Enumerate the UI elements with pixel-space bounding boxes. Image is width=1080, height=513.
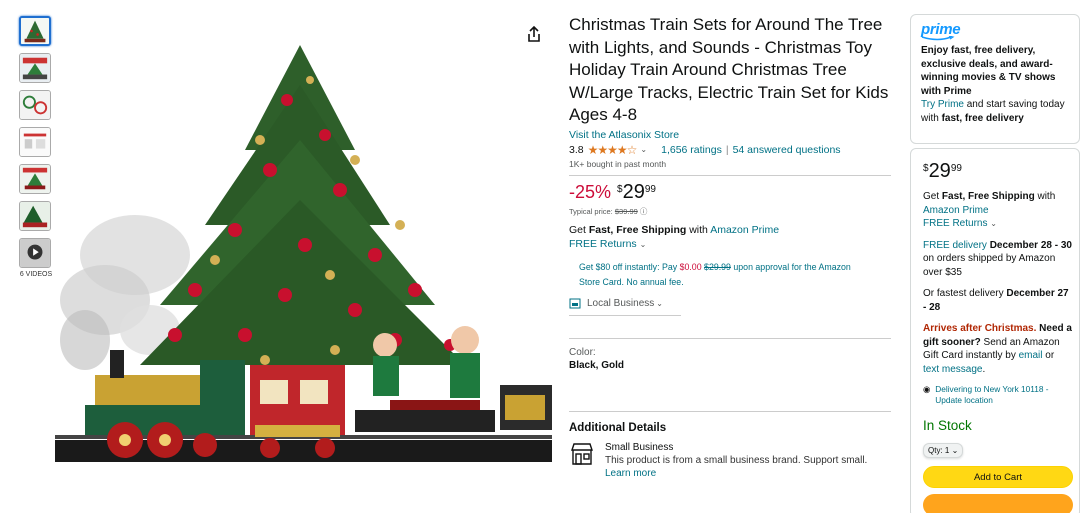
promo-zero: $0.00 — [679, 261, 702, 272]
gift-period: . — [982, 363, 986, 375]
learn-more-link[interactable]: Learn more — [605, 468, 656, 479]
promo-struck-price: $29.99 — [704, 261, 731, 272]
color-value: Black, Gold — [569, 359, 625, 371]
price-whole: 29 — [622, 180, 645, 203]
chevron-down-icon[interactable]: ⌄ — [952, 446, 959, 455]
quantity-value[interactable]: Qty: 1 — [928, 446, 949, 455]
try-prime-bold: fast, free delivery — [941, 112, 1024, 124]
thumbnail-4[interactable] — [19, 127, 51, 157]
bb-free-returns-link[interactable]: FREE Returns ⌄ — [923, 218, 997, 229]
quantity-select[interactable]: Qty: 1 ⌄ — [923, 443, 964, 458]
delivery-location[interactable]: ◉ Delivering to New York 10118 - Update … — [923, 384, 1073, 406]
gift-notice: Arrives after Christmas. Need a gift soo… — [923, 322, 1073, 376]
thumbnail-strip: 6 VIDEOS — [19, 16, 53, 278]
buy-box: $ 29 99 Get Fast, Free Shipping with Ama… — [910, 148, 1080, 513]
thumbnail-2[interactable] — [19, 53, 51, 83]
typical-price-value: $39.99 — [614, 206, 638, 216]
storefront-icon — [569, 298, 581, 308]
thumbnail-3[interactable] — [19, 90, 51, 120]
local-business-badge[interactable]: Local Business ⌄ — [569, 298, 891, 309]
arrives-after-christmas: Arrives after Christmas. — [923, 323, 1037, 334]
product-details: Christmas Train Sets for Around The Tree… — [569, 14, 891, 480]
free-delivery-line: FREE delivery December 28 - 30 on orders… — [923, 239, 1073, 280]
buy-box-price: $ 29 99 — [923, 161, 1073, 181]
price-fraction: 99 — [644, 183, 656, 195]
shipping-get: Get — [569, 223, 589, 236]
thumbnail-1[interactable] — [19, 16, 51, 46]
bb-get: Get — [923, 191, 942, 202]
thumbnail-6[interactable] — [19, 201, 51, 231]
add-to-cart-button[interactable]: Add to Cart — [923, 466, 1073, 488]
small-business-row: Small Business This product is from a sm… — [569, 441, 891, 480]
free-returns-link[interactable]: FREE Returns ⌄ — [569, 238, 891, 250]
product-title: Christmas Train Sets for Around The Tree… — [569, 15, 889, 124]
free-delivery-link[interactable]: FREE delivery — [923, 240, 987, 251]
videos-count-label[interactable]: 6 VIDEOS — [19, 271, 53, 278]
separator: | — [725, 143, 729, 156]
additional-details-heading: Additional Details — [569, 421, 667, 434]
chevron-down-icon[interactable]: ⌄ — [990, 219, 997, 228]
store-card-promo[interactable]: Get $80 off instantly: Pay $0.00 $29.99 … — [579, 260, 869, 290]
bb-free-returns-label[interactable]: FREE Returns — [923, 218, 987, 229]
in-stock-status: In Stock — [923, 418, 972, 433]
bb-fast-free: Fast, Free Shipping — [941, 191, 1035, 202]
color-label: Color: — [569, 346, 596, 358]
store-link[interactable]: Visit the Atlasonix Store — [569, 129, 679, 141]
typical-price-label: Typical price: — [569, 206, 613, 216]
delivery-dates: December 28 - 30 — [989, 239, 1072, 251]
chevron-down-icon[interactable]: ⌄ — [640, 240, 647, 249]
free-returns-label[interactable]: FREE Returns — [569, 238, 637, 250]
prime-logo[interactable]: prime — [921, 21, 1071, 38]
bb-amazon-prime-link[interactable]: Amazon Prime — [923, 205, 989, 216]
small-business-title: Small Business — [605, 441, 674, 453]
small-business-desc: This product is from a small business br… — [605, 454, 868, 466]
amazon-prime-link[interactable]: Amazon Prime — [710, 224, 779, 236]
local-business-label[interactable]: Local Business — [587, 298, 654, 309]
rating-stars[interactable]: ★★★★☆ — [588, 143, 638, 157]
bb-with: with — [1034, 191, 1056, 202]
try-prime-line: Try Prime and start saving today with fa… — [921, 98, 1071, 125]
bought-in-past-month: 1K+ bought in past month — [569, 158, 667, 169]
thumbnail-5[interactable] — [19, 164, 51, 194]
buy-now-button[interactable] — [923, 494, 1073, 513]
delivery-rest: on orders shipped by Amazon over $35 — [923, 253, 1056, 278]
prime-promo-box: prime Enjoy fast, free delivery, exclusi… — [910, 14, 1080, 144]
location-pin-icon: ◉ — [923, 384, 931, 394]
divider — [569, 314, 681, 316]
answered-questions-link[interactable]: 54 answered questions — [733, 144, 841, 156]
buy-box-shipping: Get Fast, Free Shipping with Amazon Prim… — [923, 190, 1073, 231]
shipping-with: with — [686, 223, 711, 236]
text-message-link[interactable]: text message — [923, 364, 982, 375]
prime-description: Enjoy fast, free delivery, exclusive dea… — [921, 45, 1056, 97]
discount-percent: -25% — [569, 181, 612, 202]
buy-box-price-whole: 29 — [928, 160, 951, 182]
chevron-down-icon[interactable]: ⌄ — [656, 299, 663, 308]
info-icon[interactable]: ⓘ — [640, 207, 648, 216]
fastest-label: Or fastest delivery — [923, 288, 1007, 299]
promo-text-1: Get $80 off instantly: Pay — [579, 261, 680, 272]
shipping-line: Get Fast, Free Shipping with Amazon Prim… — [569, 224, 891, 236]
typical-price: Typical price: $39.99 ⓘ — [569, 206, 891, 217]
divider — [569, 337, 891, 339]
email-link[interactable]: email — [1019, 350, 1043, 361]
shipping-fast-free: Fast, Free Shipping — [588, 223, 687, 236]
ratings-count-link[interactable]: 1,656 ratings — [661, 144, 722, 156]
buy-box-price-fraction: 99 — [950, 163, 962, 174]
chevron-down-icon[interactable]: ⌄ — [640, 145, 647, 154]
rating-row: 3.8 ★★★★☆ ⌄ 1,656 ratings | 54 answered … — [569, 143, 891, 157]
main-product-image[interactable] — [55, 40, 552, 490]
fastest-delivery-line: Or fastest delivery December 27 - 28 — [923, 287, 1073, 314]
price-block: -25% $ 29 99 — [569, 182, 891, 203]
rating-value: 3.8 — [569, 143, 584, 156]
try-prime-link[interactable]: Try Prime — [921, 99, 964, 110]
delivering-to-text[interactable]: Delivering to New York 10118 - Update lo… — [935, 384, 1073, 406]
share-icon[interactable] — [524, 24, 544, 44]
gift-or: or — [1042, 350, 1055, 361]
divider — [569, 410, 891, 412]
small-business-icon — [571, 442, 593, 465]
divider — [569, 174, 891, 176]
video-thumbnail[interactable] — [19, 238, 51, 268]
